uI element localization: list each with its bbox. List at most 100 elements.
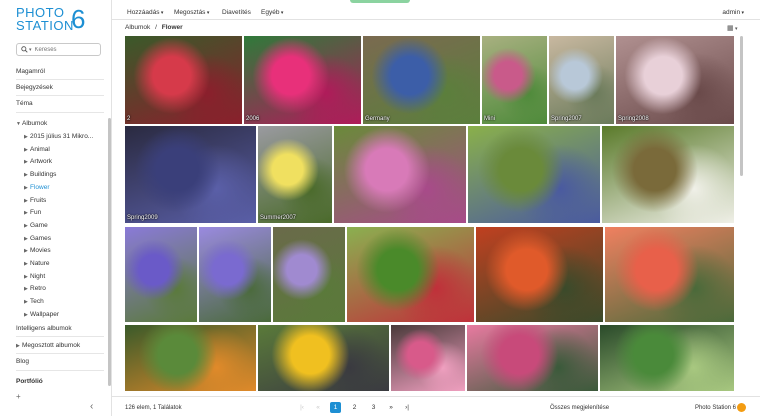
sidebar-album-9[interactable]: ▶ Movies <box>24 247 51 254</box>
photo-thumbnail[interactable] <box>467 325 598 391</box>
breadcrumb-current: Flower <box>161 24 183 31</box>
sidebar-album-12[interactable]: ▶ Retro <box>24 285 46 292</box>
chevron-down-icon: ▾ <box>740 10 744 16</box>
photo-thumbnail[interactable]: 2 <box>125 36 242 124</box>
album-label: Nature <box>30 260 50 267</box>
breadcrumb-root[interactable]: Albumok <box>125 24 150 31</box>
user-menu[interactable]: admin ▾ <box>722 9 744 16</box>
menu-share[interactable]: Megosztás ▾ <box>174 9 209 16</box>
item-count: 126 elem, 1 Találatok <box>125 405 182 411</box>
photo-thumbnail[interactable] <box>347 227 474 322</box>
sidebar-divider <box>16 353 104 354</box>
photo-thumbnail[interactable] <box>334 126 466 223</box>
show-all-link[interactable]: Összes megjelenítése <box>550 405 609 411</box>
photo-thumbnail[interactable] <box>468 126 600 223</box>
prev-page-icon[interactable]: « <box>310 404 326 411</box>
sidebar-album-7[interactable]: ▶ Game <box>24 222 48 229</box>
sidebar-album-13[interactable]: ▶ Tech <box>24 298 44 305</box>
sidebar-album-10[interactable]: ▶ Nature <box>24 260 50 267</box>
menu-slideshow[interactable]: Diavetítés <box>222 9 251 16</box>
album-label: Retro <box>30 285 46 293</box>
sidebar-item-albums[interactable]: ▼Albumok <box>16 120 47 127</box>
logo-line2: STATION <box>16 18 74 33</box>
chevron-down-icon: ▾ <box>733 26 738 32</box>
photo-caption: Summer2007 <box>260 215 297 221</box>
search-box[interactable]: ▾ <box>16 43 101 56</box>
menu-share-label: Megosztás <box>174 9 206 16</box>
menu-add-label: Hozzáadás <box>127 9 160 16</box>
sidebar-item-posts[interactable]: Bejegyzések <box>16 84 53 91</box>
photo-thumbnail[interactable]: Mini <box>482 36 547 124</box>
first-page-icon[interactable]: |‹ <box>294 404 310 411</box>
photo-thumbnail[interactable] <box>602 126 734 223</box>
photo-caption: 2 <box>127 116 131 122</box>
photo-thumbnail[interactable] <box>476 227 603 322</box>
page-2[interactable]: 2 <box>349 402 360 413</box>
search-dropdown-icon[interactable]: ▾ <box>29 47 32 53</box>
sidebar-album-2[interactable]: ▶ Artwork <box>24 158 52 165</box>
content-scrollbar[interactable] <box>740 36 743 176</box>
collapse-sidebar-icon[interactable]: ‹ <box>90 401 93 412</box>
photo-thumbnail[interactable] <box>125 227 197 322</box>
sidebar-item-theme[interactable]: Téma <box>16 100 33 107</box>
sidebar-album-1[interactable]: ▶ Animal <box>24 146 50 153</box>
album-label: Games <box>30 234 51 242</box>
photo-thumbnail[interactable]: Summer2007 <box>258 126 332 223</box>
photo-caption: Germany <box>365 116 390 122</box>
sidebar-item-smart-albums[interactable]: Intelligens albumok <box>16 325 72 332</box>
page-1[interactable]: 1 <box>330 402 341 413</box>
brand-label: Photo Station 6 <box>694 405 736 411</box>
photo-thumbnail[interactable]: 2006 <box>244 36 361 124</box>
photo-thumbnail[interactable]: Spring2007 <box>549 36 614 124</box>
photo-caption: Spring2009 <box>127 215 158 221</box>
sidebar-divider <box>16 79 104 80</box>
view-mode-button[interactable]: ▦ ▾ <box>727 24 738 32</box>
photo-thumbnail[interactable]: Spring2008 <box>616 36 734 124</box>
next-page-icon[interactable]: » <box>383 404 399 411</box>
album-label: Animal <box>30 145 50 153</box>
sidebar-item-blog[interactable]: Blog <box>16 358 29 365</box>
menu-slideshow-label: Diavetítés <box>222 9 251 16</box>
sidebar-album-5[interactable]: ▶ Fruits <box>24 197 46 204</box>
photo-thumbnail[interactable] <box>258 325 389 391</box>
album-label: Artwork <box>30 158 53 166</box>
sidebar-album-4[interactable]: ▶ Flower <box>24 184 50 191</box>
photo-thumbnail[interactable] <box>125 325 256 391</box>
notification-icon[interactable] <box>737 403 746 412</box>
sidebar-divider <box>16 336 104 337</box>
photo-thumbnail[interactable]: Germany <box>363 36 480 124</box>
album-label: Game <box>30 221 48 229</box>
sidebar-item-portfolio[interactable]: Portfólió <box>16 378 43 385</box>
sidebar: PHOTO STATION 6 ▾ Magamról Bejegyzések T… <box>0 0 112 416</box>
sidebar-item-about[interactable]: Magamról <box>16 68 45 75</box>
page-3[interactable]: 3 <box>368 402 379 413</box>
sidebar-album-14[interactable]: ▶ Wallpaper <box>24 311 59 318</box>
album-label: Flower <box>30 183 50 191</box>
search-input[interactable] <box>34 46 95 53</box>
sidebar-album-11[interactable]: ▶ Night <box>24 273 45 280</box>
menu-add[interactable]: Hozzáadás ▾ <box>127 9 163 16</box>
album-label: Fruits <box>30 196 47 204</box>
sidebar-album-8[interactable]: ▶ Games <box>24 235 51 242</box>
sidebar-divider <box>16 95 104 96</box>
add-icon[interactable]: + <box>16 392 21 401</box>
sidebar-album-3[interactable]: ▶ Buildings <box>24 171 56 178</box>
album-label: Fun <box>30 209 42 217</box>
sidebar-album-0[interactable]: ▶ 2015 július 31 Mikro... <box>24 133 93 140</box>
photo-thumbnail[interactable] <box>199 227 271 322</box>
sidebar-divider <box>16 370 104 371</box>
photo-station-logo[interactable]: PHOTO STATION 6 <box>16 6 85 33</box>
last-page-icon[interactable]: ›| <box>399 404 415 411</box>
photo-thumbnail[interactable] <box>273 227 345 322</box>
photo-thumbnail[interactable] <box>605 227 734 322</box>
user-name: admin <box>722 9 741 16</box>
breadcrumb: Albumok / Flower <box>125 24 183 31</box>
album-label: Buildings <box>30 171 57 179</box>
photo-thumbnail[interactable] <box>600 325 734 391</box>
sidebar-album-6[interactable]: ▶ Fun <box>24 209 41 216</box>
photo-thumbnail[interactable]: Spring2009 <box>125 126 256 223</box>
photo-thumbnail[interactable] <box>391 325 465 391</box>
sidebar-scrollbar[interactable] <box>108 118 111 386</box>
menu-more[interactable]: Egyéb ▾ <box>261 9 283 16</box>
sidebar-item-shared-albums[interactable]: ▶ Megosztott albumok <box>16 342 80 349</box>
